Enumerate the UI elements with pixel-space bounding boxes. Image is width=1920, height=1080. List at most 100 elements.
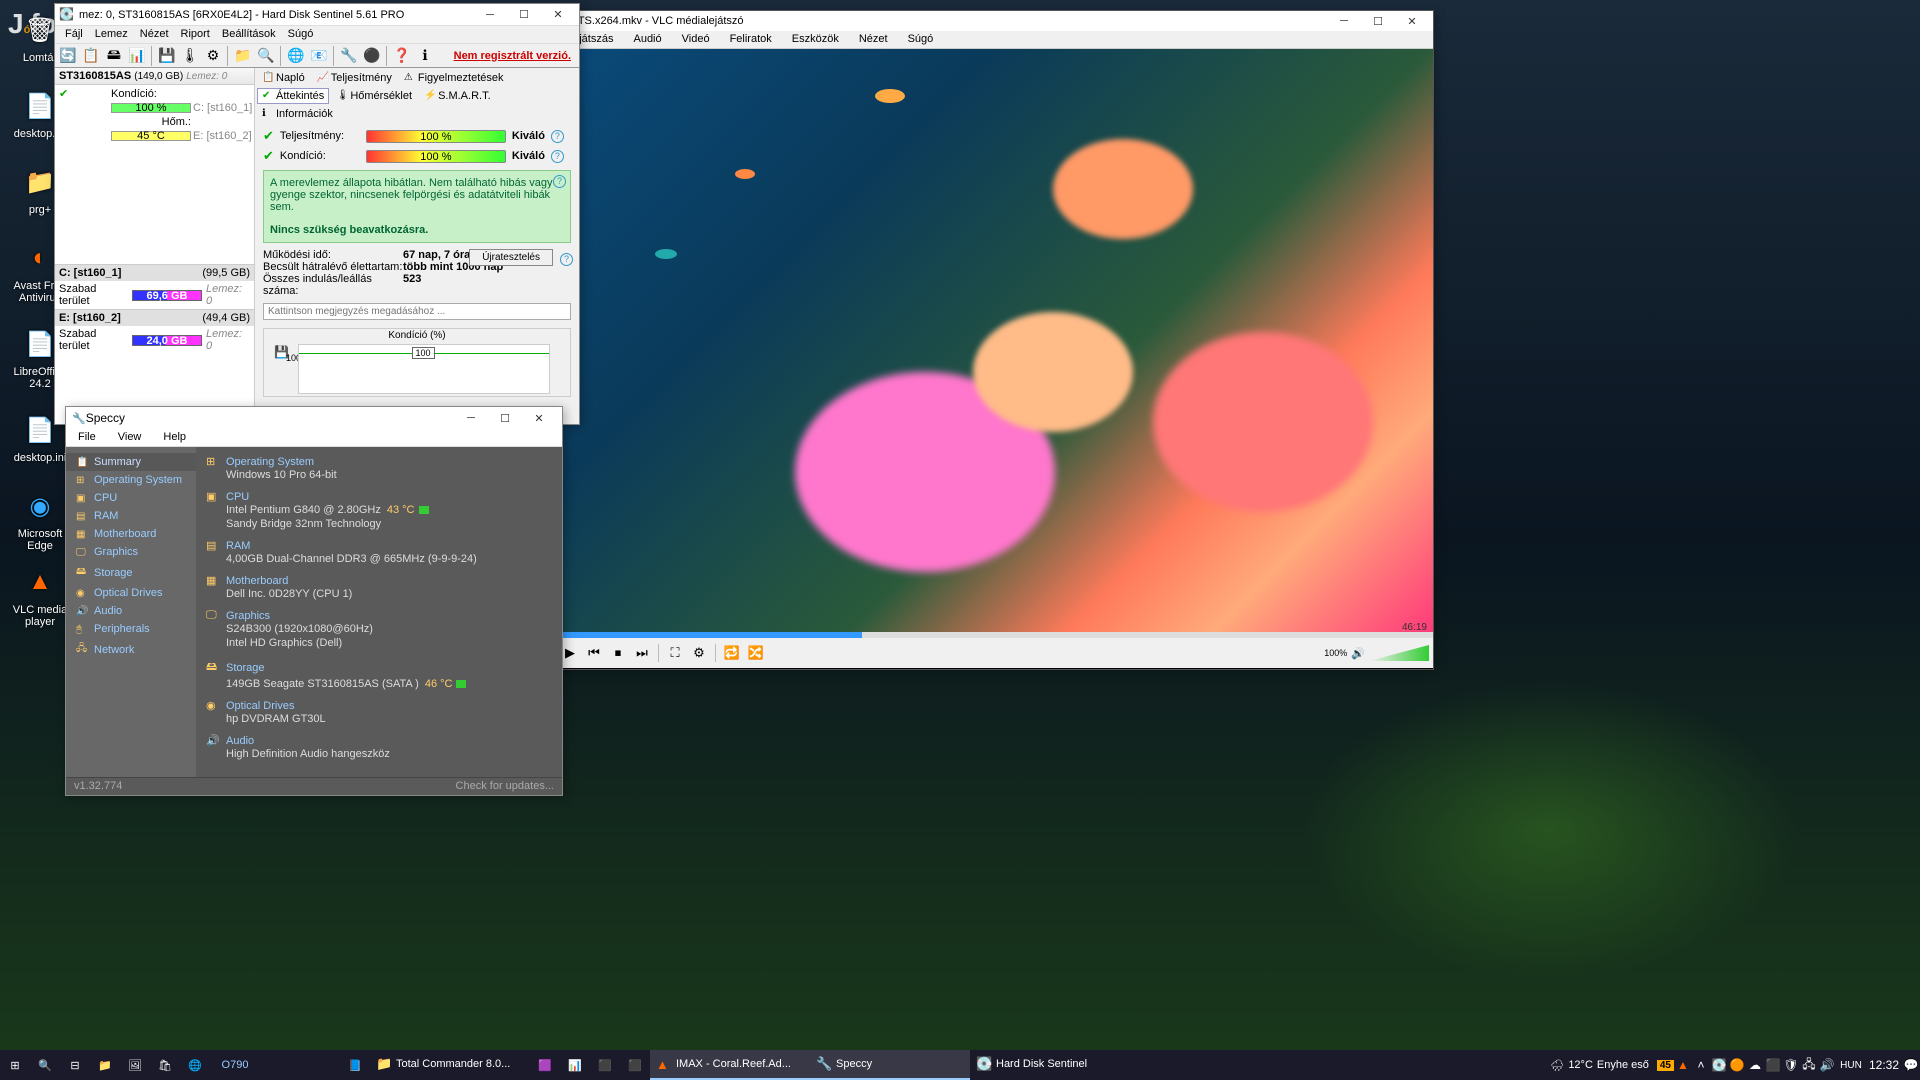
pinned-terminal[interactable]: O790 xyxy=(210,1050,260,1080)
vlc-shuffle-button[interactable]: 🔀 xyxy=(745,642,767,664)
tray-lang[interactable]: HUN xyxy=(1836,1060,1866,1071)
refresh-icon[interactable]: 🔄 xyxy=(57,45,79,67)
nav-optical[interactable]: ◉Optical Drives xyxy=(66,584,196,602)
vlc-close-button[interactable]: ✕ xyxy=(1395,11,1429,31)
speccy-maximize-button[interactable]: ☐ xyxy=(488,408,522,428)
vlc-loop-button[interactable]: 🔁 xyxy=(721,642,743,664)
vlc-menu-help[interactable]: Súgó xyxy=(902,31,940,48)
hds-menu-view[interactable]: Nézet xyxy=(134,26,175,43)
vlc-next-button[interactable]: ⏭ xyxy=(631,642,653,664)
tray-icon-5[interactable]: ⬛ xyxy=(1764,1058,1782,1072)
vlc-minimize-button[interactable]: ─ xyxy=(1327,11,1361,31)
taskview-button[interactable]: ⊟ xyxy=(60,1050,90,1080)
tool-icon-5[interactable]: 💾 xyxy=(156,45,178,67)
info-icon[interactable]: ? xyxy=(551,150,564,163)
info-icon[interactable]: ? xyxy=(553,175,566,188)
tray-clock[interactable]: 12:32 xyxy=(1866,1058,1902,1072)
hds-menu-disk[interactable]: Lemez xyxy=(89,26,134,43)
pinned-photos[interactable]: 🖼 xyxy=(120,1050,150,1080)
tray-icon-6[interactable]: 🛡 xyxy=(1782,1058,1800,1072)
vlc-fullscreen-button[interactable]: ⛶ xyxy=(664,642,686,664)
tool-icon-6[interactable]: 🌡 xyxy=(179,45,201,67)
nav-network[interactable]: 🖧Network xyxy=(66,638,196,661)
tab-info[interactable]: ℹInformációk xyxy=(257,106,338,122)
task-vlc[interactable]: ▲IMAX - Coral.Reef.Ad... xyxy=(650,1050,810,1080)
pinned-app2[interactable]: 🟪 xyxy=(530,1050,560,1080)
pinned-app1[interactable]: 📘 xyxy=(340,1050,370,1080)
comment-input[interactable] xyxy=(263,303,571,320)
tool-icon-3[interactable]: 🖴 xyxy=(103,45,125,67)
tray-hd-temp[interactable]: 45 xyxy=(1657,1060,1674,1071)
desktop-icon-vlc[interactable]: ▲VLC media player xyxy=(6,562,74,628)
speccy-menu-file[interactable]: File xyxy=(72,429,102,446)
vlc-settings-button[interactable]: ⚙ xyxy=(688,642,710,664)
vlc-maximize-button[interactable]: ☐ xyxy=(1361,11,1395,31)
hds-titlebar[interactable]: 💽 mez: 0, ST3160815AS [6RX0E4L2] - Hard … xyxy=(55,4,579,26)
nav-summary[interactable]: 📋Summary xyxy=(66,453,196,471)
search-button[interactable]: 🔍 xyxy=(30,1050,60,1080)
speccy-updates-link[interactable]: Check for updates... xyxy=(456,780,554,793)
info-icon[interactable]: ? xyxy=(560,253,573,266)
tool-icon-13[interactable]: ⚫ xyxy=(361,45,383,67)
info-icon[interactable]: ? xyxy=(551,130,564,143)
tray-icon-2[interactable]: 💽 xyxy=(1710,1058,1728,1072)
speccy-close-button[interactable]: ✕ xyxy=(522,408,556,428)
hds-minimize-button[interactable]: ─ xyxy=(473,5,507,25)
vlc-menu-tools[interactable]: Eszközök xyxy=(786,31,845,48)
retest-button[interactable]: Újratesztelés xyxy=(469,249,553,266)
tab-temperature[interactable]: 🌡Hőmérséklet xyxy=(331,88,417,104)
desktop-icon-edge[interactable]: ◉Microsoft Edge xyxy=(6,486,74,552)
pinned-app3[interactable]: 📊 xyxy=(560,1050,590,1080)
partition-e-header[interactable]: E: [st160_2](49,4 GB) xyxy=(55,309,254,326)
tray-network-icon[interactable]: 🖧 xyxy=(1800,1055,1818,1076)
vlc-prev-button[interactable]: ⏮ xyxy=(583,642,605,664)
hds-disk-header[interactable]: ST3160815AS (149,0 GB) Lemez: 0 xyxy=(55,68,254,85)
speaker-icon[interactable]: 🔊 xyxy=(1351,647,1365,660)
tool-icon-10[interactable]: 🌐 xyxy=(285,45,307,67)
speccy-menu-view[interactable]: View xyxy=(112,429,148,446)
vlc-video-area[interactable] xyxy=(555,49,1433,632)
hds-register-link[interactable]: Nem regisztrált verzió. xyxy=(454,50,571,62)
info-icon[interactable]: ℹ xyxy=(414,45,436,67)
nav-os[interactable]: ⊞Operating System xyxy=(66,471,196,489)
tool-icon-8[interactable]: 📁 xyxy=(232,45,254,67)
tray-chevron-icon[interactable]: ˄ xyxy=(1692,1058,1710,1072)
hds-close-button[interactable]: ✕ xyxy=(541,5,575,25)
nav-audio[interactable]: 🔊Audio xyxy=(66,602,196,620)
nav-peripherals[interactable]: 🖰Peripherals xyxy=(66,620,196,638)
hds-menu-report[interactable]: Riport xyxy=(175,26,216,43)
task-hds[interactable]: 💽Hard Disk Sentinel xyxy=(970,1050,1130,1080)
pinned-store[interactable]: 🛍 xyxy=(150,1050,180,1080)
tray-volume-icon[interactable]: 🔊 xyxy=(1818,1058,1836,1072)
tool-icon-7[interactable]: ⚙ xyxy=(202,45,224,67)
nav-motherboard[interactable]: ▦Motherboard xyxy=(66,525,196,543)
hds-maximize-button[interactable]: ☐ xyxy=(507,5,541,25)
tool-icon-11[interactable]: 📧 xyxy=(308,45,330,67)
pinned-explorer[interactable]: 📁 xyxy=(90,1050,120,1080)
tray-icon-1[interactable]: ▲ xyxy=(1674,1058,1692,1072)
task-speccy[interactable]: 🔧Speccy xyxy=(810,1050,970,1080)
pinned-edge[interactable]: 🌐 xyxy=(180,1050,210,1080)
tab-log[interactable]: 📋Napló xyxy=(257,70,310,86)
task-totalcommander[interactable]: 📁Total Commander 8.0... xyxy=(370,1050,530,1080)
start-button[interactable]: ⊞ xyxy=(0,1050,30,1080)
speccy-titlebar[interactable]: 🔧 Speccy ─ ☐ ✕ xyxy=(66,407,562,429)
tab-overview[interactable]: ✔Áttekintés xyxy=(257,88,329,104)
partition-c-header[interactable]: C: [st160_1](99,5 GB) xyxy=(55,264,254,281)
weather-widget[interactable]: 🌧 12°C Enyhe eső xyxy=(1542,1059,1657,1072)
nav-storage[interactable]: 🖴Storage xyxy=(66,561,196,584)
hds-menu-help[interactable]: Súgó xyxy=(282,26,320,43)
tray-icon-3[interactable]: 🟠 xyxy=(1728,1058,1746,1072)
vlc-menu-subtitle[interactable]: Feliratok xyxy=(724,31,778,48)
vlc-progress-bar[interactable] xyxy=(555,632,1433,638)
pinned-app4[interactable]: ⬛ xyxy=(590,1050,620,1080)
tool-icon-2[interactable]: 📋 xyxy=(80,45,102,67)
tray-notifications-icon[interactable]: 💬 xyxy=(1902,1058,1920,1072)
vlc-stop-button[interactable]: ⏹ xyxy=(607,642,629,664)
vlc-volume-slider[interactable] xyxy=(1369,645,1429,661)
vlc-menu-video[interactable]: Videó xyxy=(676,31,716,48)
speccy-minimize-button[interactable]: ─ xyxy=(454,408,488,428)
tab-smart[interactable]: ⚡S.M.A.R.T. xyxy=(419,88,496,104)
hds-menu-settings[interactable]: Beállítások xyxy=(216,26,282,43)
help-icon[interactable]: ❓ xyxy=(391,45,413,67)
